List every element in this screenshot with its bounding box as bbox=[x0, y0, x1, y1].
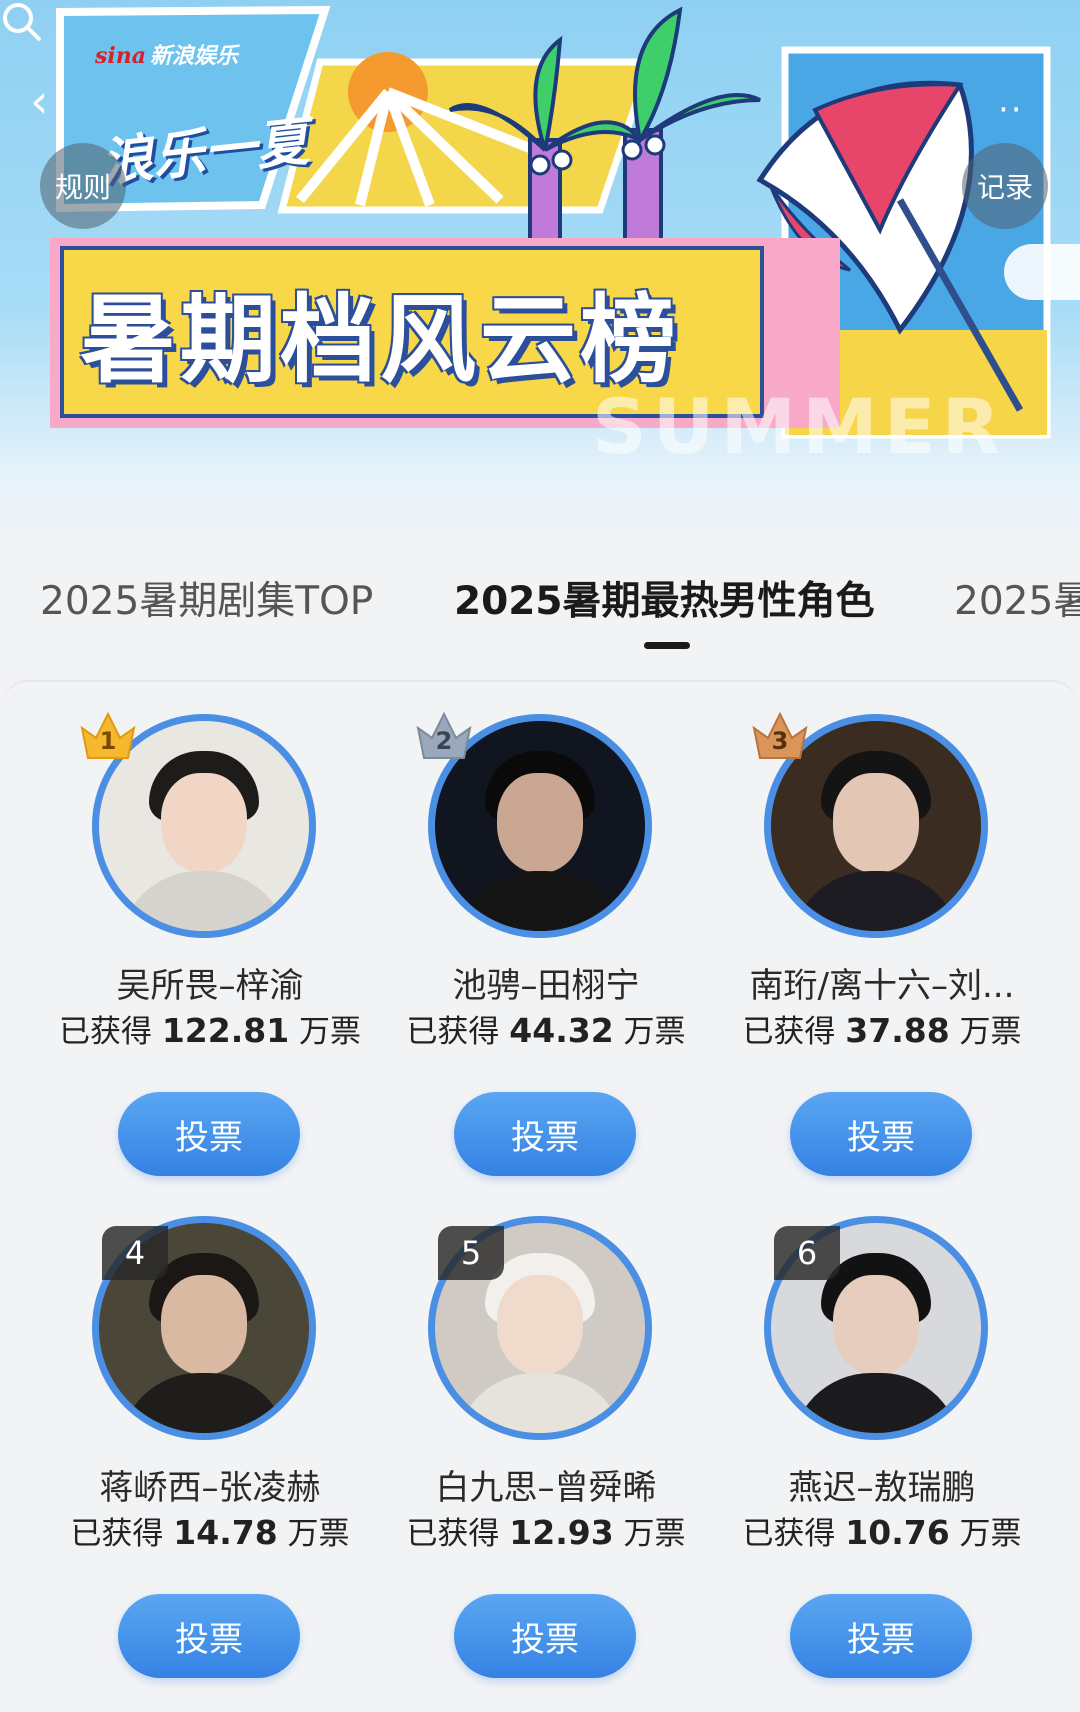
banner-title: 暑期档风云榜 bbox=[80, 284, 680, 396]
candidate-card: 3 南珩/离十六–刘... 已获得 37.88 万票 投票 bbox=[714, 682, 1050, 1202]
votes-prefix: 已获得 bbox=[742, 1516, 836, 1552]
tab-hottest-male-role[interactable]: 2025暑期最热男性角色 bbox=[454, 570, 875, 626]
votes-number: 12.93 bbox=[509, 1513, 614, 1552]
votes-unit: 万票 bbox=[959, 1014, 1022, 1050]
candidate-name: 池骋–田栩宁 bbox=[452, 966, 640, 1006]
votes-unit: 万票 bbox=[623, 1516, 686, 1552]
candidate-card: 1 吴所畏–梓渝 已获得 122.81 万票 投票 bbox=[42, 682, 378, 1202]
tab-more[interactable]: 2025暑 bbox=[954, 570, 1080, 626]
rank-badge: 4 bbox=[102, 1226, 168, 1280]
votes-unit: 万票 bbox=[959, 1516, 1022, 1552]
rank-badge: 5 bbox=[438, 1226, 504, 1280]
vote-button[interactable]: 投票 bbox=[454, 1092, 636, 1176]
vote-count: 已获得 12.93 万票 bbox=[378, 1508, 714, 1553]
record-button[interactable]: 记录 bbox=[962, 143, 1048, 229]
brand-prefix: sina bbox=[95, 43, 146, 69]
rank-number: 2 bbox=[435, 727, 453, 755]
votes-number: 10.76 bbox=[845, 1513, 950, 1552]
vote-count: 已获得 14.78 万票 bbox=[42, 1508, 378, 1553]
vote-count: 已获得 37.88 万票 bbox=[714, 1006, 1050, 1051]
votes-prefix: 已获得 bbox=[58, 1014, 152, 1050]
vote-count: 已获得 44.32 万票 bbox=[378, 1006, 714, 1051]
rank-number: 3 bbox=[771, 727, 789, 755]
votes-prefix: 已获得 bbox=[742, 1014, 836, 1050]
votes-number: 44.32 bbox=[509, 1011, 614, 1050]
vote-button[interactable]: 投票 bbox=[790, 1594, 972, 1678]
back-chevron-icon[interactable]: ‹ bbox=[30, 78, 66, 124]
vote-button[interactable]: 投票 bbox=[790, 1092, 972, 1176]
votes-prefix: 已获得 bbox=[406, 1014, 500, 1050]
brand-name: 新浪娱乐 bbox=[150, 44, 239, 69]
summer-watermark: SUMMER bbox=[592, 382, 1007, 471]
rank-badge: 6 bbox=[774, 1226, 840, 1280]
active-tab-indicator bbox=[644, 642, 690, 649]
votes-unit: 万票 bbox=[623, 1014, 686, 1050]
votes-number: 14.78 bbox=[173, 1513, 278, 1552]
category-tabs: 2025暑期剧集TOP 2025暑期最热男性角色 2025暑 bbox=[0, 570, 1080, 650]
rules-button[interactable]: 规则 bbox=[40, 143, 126, 229]
more-dots-icon[interactable]: ·· bbox=[998, 90, 1024, 130]
vote-count: 已获得 122.81 万票 bbox=[42, 1006, 378, 1051]
vote-button[interactable]: 投票 bbox=[118, 1594, 300, 1678]
candidate-card: 4 蒋峤西–张凌赫 已获得 14.78 万票 投票 bbox=[42, 1184, 378, 1704]
votes-unit: 万票 bbox=[287, 1516, 350, 1552]
vote-button[interactable]: 投票 bbox=[118, 1092, 300, 1176]
votes-unit: 万票 bbox=[299, 1014, 362, 1050]
candidate-card: 5 白九思–曾舜晞 已获得 12.93 万票 投票 bbox=[378, 1184, 714, 1704]
candidate-name: 白九思–曾舜晞 bbox=[435, 1468, 657, 1508]
rank-number: 1 bbox=[99, 727, 117, 755]
votes-prefix: 已获得 bbox=[406, 1516, 500, 1552]
votes-number: 37.88 bbox=[845, 1011, 950, 1050]
candidate-card: 6 燕迟–敖瑞鹏 已获得 10.76 万票 投票 bbox=[714, 1184, 1050, 1704]
vote-button[interactable]: 投票 bbox=[454, 1594, 636, 1678]
vote-count: 已获得 10.76 万票 bbox=[714, 1508, 1050, 1553]
side-floating-pill[interactable] bbox=[1004, 244, 1080, 300]
candidate-name: 蒋峤西–张凌赫 bbox=[99, 1468, 321, 1508]
candidate-name: 吴所畏–梓渝 bbox=[116, 966, 304, 1006]
candidate-name: 燕迟–敖瑞鹏 bbox=[788, 1468, 976, 1508]
candidate-card: 2 池骋–田栩宁 已获得 44.32 万票 投票 bbox=[378, 682, 714, 1202]
brand-logo: sina 新浪娱乐 bbox=[95, 38, 238, 70]
votes-prefix: 已获得 bbox=[70, 1516, 164, 1552]
votes-number: 122.81 bbox=[161, 1011, 290, 1050]
summer-banner: sina 新浪娱乐 浪乐一夏 暑期档风云榜 SUMMER ‹ ·· 规则 记录 bbox=[0, 0, 1080, 560]
candidate-name: 南珩/离十六–刘... bbox=[749, 966, 1015, 1006]
candidate-grid: 1 吴所畏–梓渝 已获得 122.81 万票 投票 2 池骋–田栩宁 已获得 4… bbox=[2, 680, 1078, 1712]
tab-drama-top[interactable]: 2025暑期剧集TOP bbox=[40, 570, 373, 626]
search-icon[interactable] bbox=[0, 0, 44, 44]
